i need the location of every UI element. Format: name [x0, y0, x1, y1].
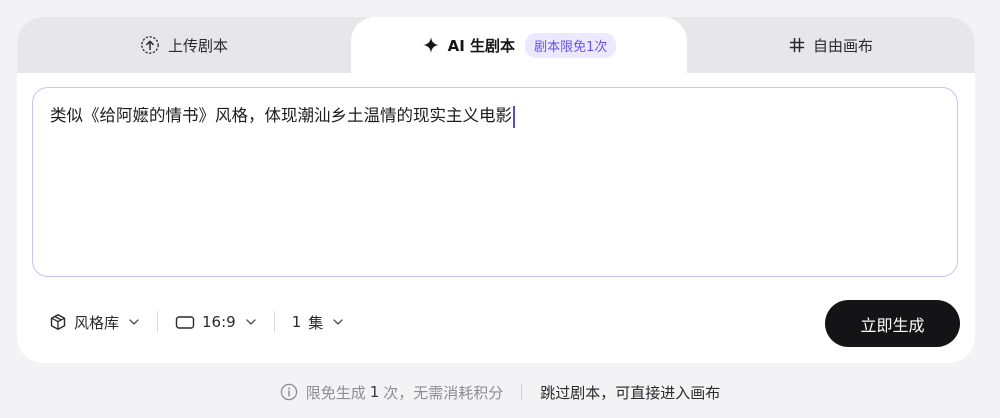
notice-count: 1 [369, 383, 380, 401]
mode-tabs: 上传剧本 AI 生剧本 剧本限免1次 自由画布 [17, 17, 975, 73]
tab-ai-label: AI 生剧本 [447, 36, 516, 55]
footer-divider [521, 383, 523, 401]
notice-prefix: 限免生成 [305, 383, 366, 402]
chevron-down-icon [128, 316, 140, 328]
chevron-down-icon [332, 316, 344, 328]
text-caret [513, 105, 515, 128]
style-library-dropdown[interactable]: 风格库 [49, 312, 140, 333]
tab-free-canvas[interactable]: 自由画布 [687, 17, 975, 73]
free-quota-badge: 剧本限免1次 [525, 32, 617, 58]
style-library-label: 风格库 [74, 313, 120, 332]
rectangle-icon [175, 314, 195, 330]
aspect-ratio-dropdown[interactable]: 16:9 [175, 313, 257, 331]
prompt-text: 类似《给阿嬷的情书》风格，体现潮汕乡土温情的现实主义电影 [50, 106, 512, 125]
script-prompt-input[interactable]: 类似《给阿嬷的情书》风格，体现潮汕乡土温情的现实主义电影 [32, 87, 958, 277]
footer-notice: 限免生成 1 次，无需消耗积分 跳过剧本，可直接进入画布 [0, 378, 1000, 406]
sparkle-icon [422, 36, 440, 54]
options-toolbar: 风格库 16:9 1 集 [49, 305, 344, 339]
tab-upload-script[interactable]: 上传剧本 [17, 17, 351, 73]
hash-icon [789, 37, 805, 53]
toolbar-divider [273, 311, 275, 333]
aspect-ratio-label: 16:9 [202, 313, 236, 331]
chevron-down-icon [245, 316, 257, 328]
episode-count-value: 1 [291, 313, 302, 331]
upload-circle-icon [140, 35, 160, 55]
episode-count-dropdown[interactable]: 1 集 [292, 312, 345, 333]
notice-suffix: 次，无需消耗积分 [383, 383, 504, 402]
skip-script-link[interactable]: 跳过剧本，可直接进入画布 [540, 382, 720, 403]
tab-ai-script[interactable]: AI 生剧本 剧本限免1次 [351, 17, 687, 73]
ai-script-panel: 类似《给阿嬷的情书》风格，体现潮汕乡土温情的现实主义电影 风格库 16:9 1 … [17, 73, 975, 363]
info-icon [280, 383, 298, 401]
toolbar-divider [157, 311, 159, 333]
cube-icon [49, 313, 67, 331]
generate-button[interactable]: 立即生成 [825, 300, 960, 347]
tab-upload-label: 上传剧本 [167, 36, 228, 55]
tab-free-label: 自由画布 [812, 36, 873, 55]
episode-unit-label: 集 [308, 313, 324, 332]
script-creation-card: 上传剧本 AI 生剧本 剧本限免1次 自由画布 类似《给阿嬷的情书》风格，体现潮… [17, 17, 975, 363]
